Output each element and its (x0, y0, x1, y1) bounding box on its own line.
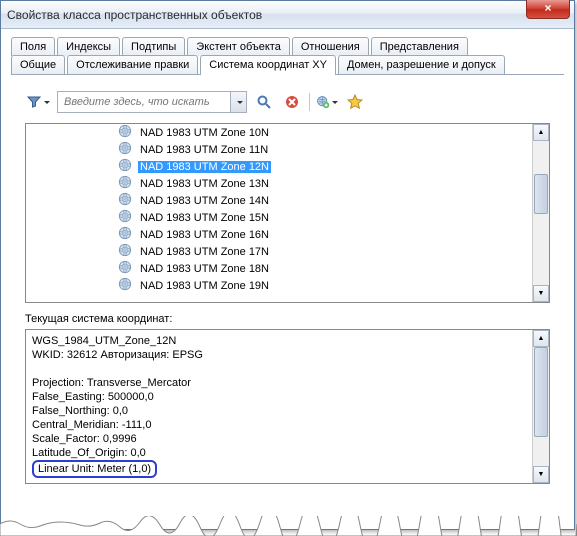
clear-icon (284, 94, 300, 110)
tab-indexes[interactable]: Индексы (57, 37, 120, 56)
details-line-highlighted: Linear Unit: Meter (1,0) (32, 460, 526, 478)
crs-item[interactable]: NAD 1983 UTM Zone 11N (116, 141, 532, 158)
details-line: Central_Meridian: -111,0 (32, 418, 526, 432)
details-text: WGS_1984_UTM_Zone_12NWKID: 32612 Авториз… (26, 330, 532, 483)
tab-representations[interactable]: Представления (371, 37, 468, 56)
tab-subtypes[interactable]: Подтипы (122, 37, 185, 56)
tab-extent[interactable]: Экстент объекта (187, 37, 290, 56)
crs-item-label: NAD 1983 UTM Zone 16N (138, 229, 271, 241)
globe-icon (118, 175, 132, 192)
tab-domain[interactable]: Домен, разрешение и допуск (338, 55, 505, 74)
globe-icon (118, 192, 132, 209)
crs-item-label: NAD 1983 UTM Zone 11N (138, 144, 270, 156)
funnel-icon (26, 93, 42, 111)
crs-item[interactable]: NAD 1983 UTM Zone 15N (116, 209, 532, 226)
clear-button[interactable] (281, 91, 303, 113)
crs-item[interactable]: NAD 1983 UTM Zone 19N (116, 277, 532, 294)
xy-cs-panel: NAD 1983 UTM Zone 10N NAD 1983 UTM Zone 1… (11, 81, 564, 494)
crs-item-label: NAD 1983 UTM Zone 12N (138, 161, 271, 173)
scroll-up[interactable]: ▲ (533, 330, 549, 347)
crs-item-label: NAD 1983 UTM Zone 15N (138, 212, 271, 224)
globe-icon (118, 226, 132, 243)
globe-icon (118, 277, 132, 294)
globe-icon (118, 243, 132, 260)
add-cs-button[interactable] (316, 91, 338, 113)
toolbar (25, 91, 550, 113)
crs-item-label: NAD 1983 UTM Zone 19N (138, 280, 271, 292)
torn-edge-decoration (0, 516, 577, 536)
close-icon: × (544, 1, 551, 15)
crs-list: NAD 1983 UTM Zone 10N NAD 1983 UTM Zone 1… (25, 123, 550, 303)
content-area: Поля Индексы Подтипы Экстент объекта Отн… (1, 29, 574, 502)
titlebar: Свойства класса пространственных объекто… (1, 1, 574, 29)
globe-icon (118, 141, 132, 158)
linear-unit-highlight: Linear Unit: Meter (1,0) (32, 460, 157, 478)
filter-button[interactable] (25, 91, 51, 113)
tab-container: Поля Индексы Подтипы Экстент объекта Отн… (11, 37, 564, 75)
scroll-down[interactable]: ▼ (533, 285, 549, 302)
crs-item-label: NAD 1983 UTM Zone 13N (138, 178, 271, 190)
chevron-down-icon (44, 101, 50, 104)
star-icon (347, 94, 363, 110)
scrollbar[interactable]: ▲ ▼ (532, 124, 549, 302)
crs-item-label: NAD 1983 UTM Zone 18N (138, 263, 271, 275)
details-line: False_Northing: 0,0 (32, 404, 526, 418)
separator (309, 93, 310, 111)
crs-item[interactable]: NAD 1983 UTM Zone 12N (116, 158, 532, 175)
details-line: Projection: Transverse_Mercator (32, 376, 526, 390)
details-line: Latitude_Of_Origin: 0,0 (32, 446, 526, 460)
crs-item[interactable]: NAD 1983 UTM Zone 14N (116, 192, 532, 209)
tab-row-2: Общие Отслеживание правки Система коорди… (11, 55, 564, 75)
favorites-button[interactable] (344, 91, 366, 113)
globe-icon (118, 158, 132, 175)
crs-item[interactable]: NAD 1983 UTM Zone 13N (116, 175, 532, 192)
close-button[interactable]: × (526, 0, 570, 19)
details-frame: WGS_1984_UTM_Zone_12NWKID: 32612 Авториз… (25, 329, 550, 484)
details-line (32, 362, 526, 376)
globe-icon (118, 260, 132, 277)
details-line: False_Easting: 500000,0 (32, 390, 526, 404)
properties-window: Свойства класса пространственных объекто… (0, 0, 575, 530)
chevron-down-icon (237, 101, 243, 104)
details-scrollbar[interactable]: ▲ ▼ (532, 330, 549, 483)
details-line: WKID: 32612 Авторизация: EPSG (32, 348, 526, 362)
scroll-thumb[interactable] (534, 347, 548, 437)
details-line: Scale_Factor: 0,9996 (32, 432, 526, 446)
globe-plus-icon (316, 93, 330, 111)
chevron-down-icon (332, 101, 338, 104)
crs-item-label: NAD 1983 UTM Zone 10N (138, 127, 271, 139)
search-field[interactable] (58, 96, 230, 108)
globe-icon (118, 124, 132, 141)
globe-icon (118, 209, 132, 226)
scroll-up[interactable]: ▲ (533, 124, 549, 141)
tab-relations[interactable]: Отношения (292, 37, 369, 56)
search-icon (256, 94, 272, 110)
search-dropdown[interactable] (230, 92, 246, 112)
crs-item[interactable]: NAD 1983 UTM Zone 18N (116, 260, 532, 277)
window-title: Свойства класса пространственных объекто… (7, 8, 262, 22)
crs-item[interactable]: NAD 1983 UTM Zone 10N (116, 124, 532, 141)
scroll-thumb[interactable] (534, 174, 548, 214)
search-input[interactable] (57, 91, 247, 113)
tab-general[interactable]: Общие (11, 55, 65, 74)
tab-row-1: Поля Индексы Подтипы Экстент объекта Отн… (11, 37, 564, 56)
details-line: WGS_1984_UTM_Zone_12N (32, 334, 526, 348)
crs-item[interactable]: NAD 1983 UTM Zone 17N (116, 243, 532, 260)
tab-xy-cs[interactable]: Система координат XY (200, 55, 336, 74)
crs-item[interactable]: NAD 1983 UTM Zone 16N (116, 226, 532, 243)
crs-list-inner[interactable]: NAD 1983 UTM Zone 10N NAD 1983 UTM Zone 1… (26, 124, 532, 302)
scroll-down[interactable]: ▼ (533, 466, 549, 483)
search-go-button[interactable] (253, 91, 275, 113)
tab-fields[interactable]: Поля (11, 37, 55, 56)
tab-editor-tracking[interactable]: Отслеживание правки (67, 55, 198, 74)
current-cs-label: Текущая система координат: (25, 313, 550, 325)
crs-item-label: NAD 1983 UTM Zone 17N (138, 246, 271, 258)
crs-item-label: NAD 1983 UTM Zone 14N (138, 195, 271, 207)
